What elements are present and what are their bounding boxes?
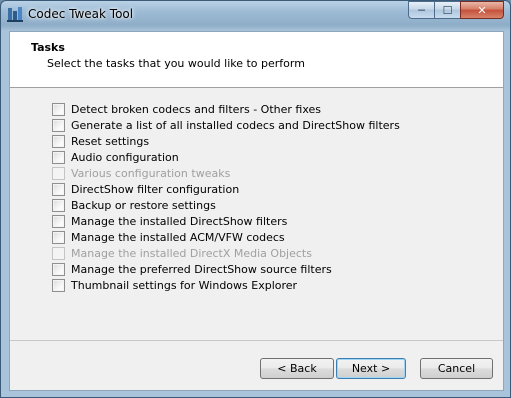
close-button[interactable]: ✕ bbox=[460, 1, 504, 19]
task-item: Manage the installed DirectX Media Objec… bbox=[52, 245, 400, 261]
task-label: Various configuration tweaks bbox=[71, 166, 231, 180]
task-checkbox bbox=[52, 166, 65, 180]
task-label: Detect broken codecs and filters - Other… bbox=[71, 102, 321, 116]
minimize-icon: ─ bbox=[418, 3, 425, 17]
cancel-button[interactable]: Cancel bbox=[420, 358, 493, 379]
task-label: Manage the installed DirectShow filters bbox=[71, 214, 288, 228]
minimize-button[interactable]: ─ bbox=[408, 1, 434, 19]
task-item[interactable]: Audio configuration bbox=[52, 149, 400, 165]
task-checkbox[interactable] bbox=[52, 182, 65, 196]
task-checkbox[interactable] bbox=[52, 214, 65, 228]
footer-divider bbox=[10, 340, 503, 341]
page-title: Tasks bbox=[31, 41, 65, 54]
task-item: Various configuration tweaks bbox=[52, 165, 400, 181]
task-item[interactable]: Thumbnail settings for Windows Explorer bbox=[52, 277, 400, 293]
task-list: Detect broken codecs and filters - Other… bbox=[52, 101, 400, 293]
task-item[interactable]: Reset settings bbox=[52, 133, 400, 149]
task-checkbox[interactable] bbox=[52, 150, 65, 164]
app-window: Codec Tweak Tool ─ ☐ ✕ Tasks Select the … bbox=[0, 0, 511, 398]
maximize-button[interactable]: ☐ bbox=[434, 1, 460, 19]
task-item[interactable]: Generate a list of all installed codecs … bbox=[52, 117, 400, 133]
task-label: Reset settings bbox=[71, 134, 150, 148]
task-label: Thumbnail settings for Windows Explorer bbox=[71, 278, 298, 292]
task-label: Backup or restore settings bbox=[71, 198, 216, 212]
caption-buttons: ─ ☐ ✕ bbox=[408, 1, 504, 21]
page-subtitle: Select the tasks that you would like to … bbox=[47, 57, 305, 70]
task-checkbox[interactable] bbox=[52, 134, 65, 148]
task-checkbox[interactable] bbox=[52, 230, 65, 244]
app-icon bbox=[7, 7, 23, 22]
task-checkbox bbox=[52, 246, 65, 260]
next-button[interactable]: Next > bbox=[336, 358, 406, 379]
task-item[interactable]: Manage the preferred DirectShow source f… bbox=[52, 261, 400, 277]
task-checkbox[interactable] bbox=[52, 262, 65, 276]
task-checkbox[interactable] bbox=[52, 118, 65, 132]
title-bar[interactable]: Codec Tweak Tool ─ ☐ ✕ bbox=[1, 1, 510, 27]
task-item[interactable]: Backup or restore settings bbox=[52, 197, 400, 213]
window-title: Codec Tweak Tool bbox=[28, 7, 134, 21]
task-checkbox[interactable] bbox=[52, 102, 65, 116]
task-item[interactable]: Manage the installed ACM/VFW codecs bbox=[52, 229, 400, 245]
task-label: Manage the installed DirectX Media Objec… bbox=[71, 246, 312, 260]
task-item[interactable]: Manage the installed DirectShow filters bbox=[52, 213, 400, 229]
task-label: Manage the preferred DirectShow source f… bbox=[71, 262, 332, 276]
maximize-icon: ☐ bbox=[442, 3, 453, 17]
task-item[interactable]: Detect broken codecs and filters - Other… bbox=[52, 101, 400, 117]
back-button[interactable]: < Back bbox=[260, 358, 334, 379]
task-item[interactable]: DirectShow filter configuration bbox=[52, 181, 400, 197]
task-label: Generate a list of all installed codecs … bbox=[71, 118, 400, 132]
wizard-client-area: Tasks Select the tasks that you would li… bbox=[9, 31, 504, 391]
wizard-header: Tasks Select the tasks that you would li… bbox=[10, 32, 503, 88]
task-label: Manage the installed ACM/VFW codecs bbox=[71, 230, 285, 244]
task-label: Audio configuration bbox=[71, 150, 179, 164]
task-checkbox[interactable] bbox=[52, 198, 65, 212]
task-checkbox[interactable] bbox=[52, 278, 65, 292]
close-icon: ✕ bbox=[477, 3, 487, 17]
task-label: DirectShow filter configuration bbox=[71, 182, 240, 196]
